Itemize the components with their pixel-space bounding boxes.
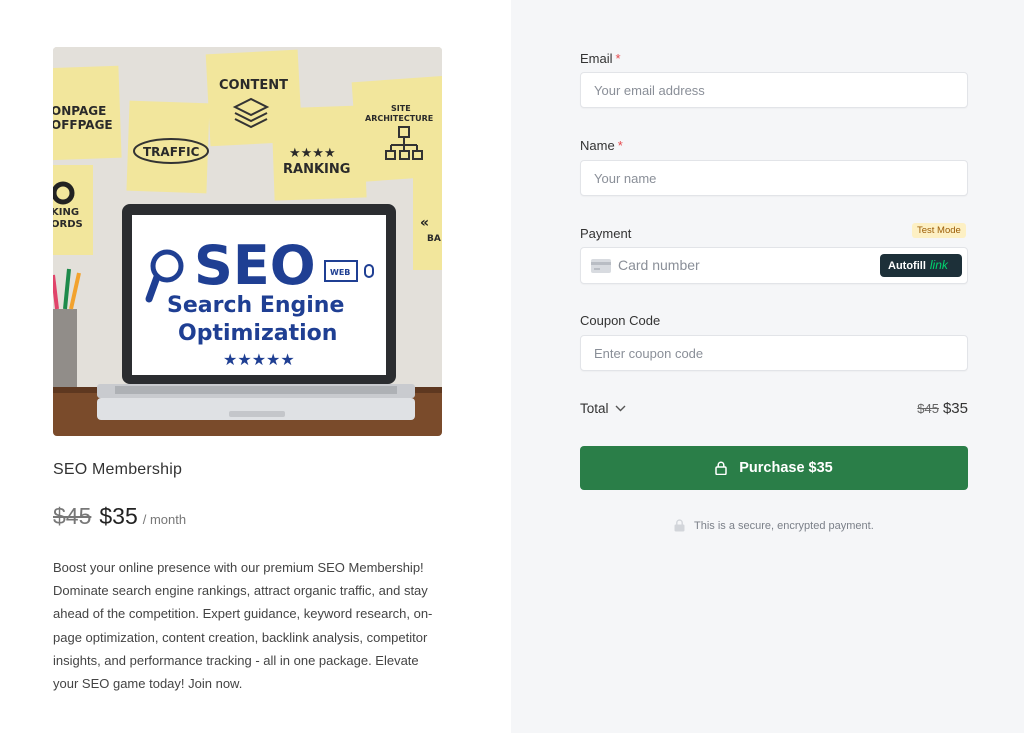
card-number-placeholder: Card number xyxy=(618,257,700,273)
total-original-price: $45 xyxy=(917,401,939,416)
total-price: $35 xyxy=(942,400,968,417)
sale-price: $35 xyxy=(99,503,138,529)
name-label: Name * xyxy=(580,138,623,153)
product-description: Boost your online presence with our prem… xyxy=(53,560,433,692)
svg-text:★★★★: ★★★★ xyxy=(289,146,336,161)
chevron-down-icon xyxy=(615,405,626,412)
required-asterisk: * xyxy=(615,51,621,66)
name-field[interactable] xyxy=(580,160,968,196)
total-amounts: $45 $35 xyxy=(917,400,968,417)
svg-text:CONTENT: CONTENT xyxy=(219,78,288,93)
svg-text:Search Engine: Search Engine xyxy=(167,293,344,318)
svg-text:SEO: SEO xyxy=(194,234,316,297)
svg-text:TRAFFIC: TRAFFIC xyxy=(143,145,200,159)
coupon-label: Coupon Code xyxy=(580,313,661,328)
svg-text:★★★★★: ★★★★★ xyxy=(223,350,295,369)
lock-icon xyxy=(674,519,685,532)
credit-card-icon xyxy=(591,259,611,278)
svg-text:Optimization: Optimization xyxy=(178,321,337,346)
svg-text:RANKING: RANKING xyxy=(283,162,350,177)
email-field[interactable] xyxy=(580,72,968,108)
product-title: SEO Membership xyxy=(53,461,183,478)
original-price: $45 xyxy=(53,503,92,529)
purchase-button[interactable]: Purchase $35 xyxy=(580,446,968,490)
billing-period: / month xyxy=(142,512,187,527)
payment-label: Payment xyxy=(580,226,632,241)
svg-text:OFFPAGE: OFFPAGE xyxy=(53,118,113,132)
price-row: $45 $35 / month xyxy=(53,503,186,530)
test-mode-badge: Test Mode xyxy=(912,223,966,238)
svg-text:WEB: WEB xyxy=(330,268,350,277)
autofill-link-button[interactable]: Autofill link xyxy=(880,254,962,277)
email-label: Email * xyxy=(580,51,621,66)
total-toggle[interactable]: Total xyxy=(580,401,626,416)
coupon-code-field[interactable] xyxy=(580,335,968,371)
svg-text:KING: KING xyxy=(53,207,79,218)
svg-text:«: « xyxy=(420,215,429,231)
secure-payment-note: This is a secure, encrypted payment. xyxy=(674,519,874,532)
product-image: ONPAGE OFFPAGE CONTENT TRAFFIC ★★★★ RANK… xyxy=(53,47,442,436)
svg-text:BA: BA xyxy=(427,234,441,244)
svg-text:ARCHITECTURE: ARCHITECTURE xyxy=(365,114,433,123)
svg-text:SITE: SITE xyxy=(391,104,411,113)
product-panel: ONPAGE OFFPAGE CONTENT TRAFFIC ★★★★ RANK… xyxy=(0,0,511,733)
required-asterisk: * xyxy=(617,138,623,153)
card-number-field[interactable]: Card number Autofill link xyxy=(580,247,968,284)
lock-icon xyxy=(715,461,727,475)
svg-text:ORDS: ORDS xyxy=(53,219,83,230)
svg-text:ONPAGE: ONPAGE xyxy=(53,104,106,118)
